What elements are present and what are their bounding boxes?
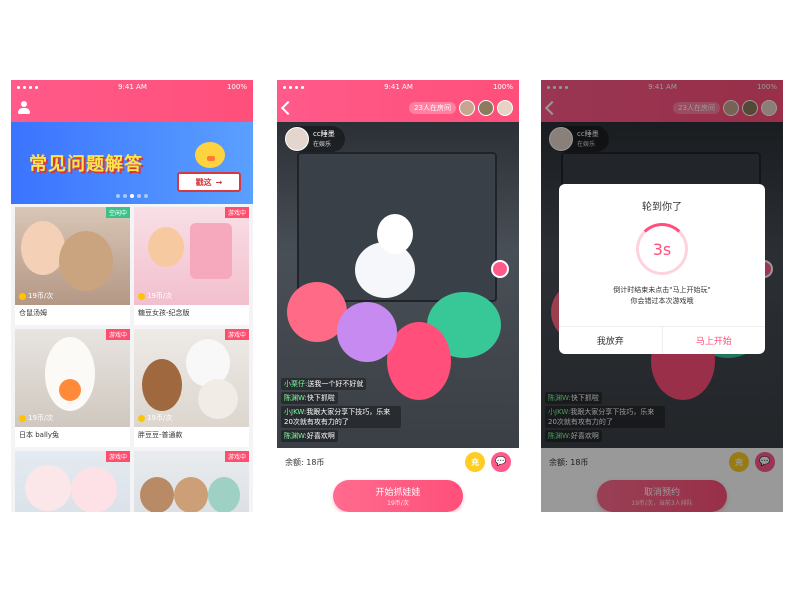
refresh-icon[interactable]	[491, 260, 509, 278]
coin-icon	[138, 414, 145, 422]
avatar	[285, 127, 309, 151]
chat-icon[interactable]: 💬	[491, 452, 511, 472]
chat-message: 陈渊W:快下抓啦	[281, 392, 338, 404]
start-claw-label: 开始抓娃娃	[375, 488, 421, 498]
user-icon[interactable]	[17, 101, 31, 115]
host-info[interactable]: cc睡墨 在娱乐	[285, 126, 345, 152]
battery-label: 100%	[226, 83, 247, 91]
toy-name: 胖豆豆-普通款	[138, 431, 183, 439]
status-time: 9:41 AM	[118, 83, 147, 91]
avatar[interactable]	[497, 100, 513, 116]
chat-message: 陈渊W:好喜欢啊	[281, 430, 338, 442]
toy-name: 仓鼠汤姆	[19, 309, 47, 317]
chat-message: 小JKW:我跟大家分享下技巧，乐来20次就有攻有力的了	[281, 406, 401, 428]
status-bar: 9:41 AM 100%	[277, 80, 519, 94]
signal-icon	[17, 85, 38, 89]
toy-card[interactable]: 游戏中 19币/次 胖豆豆-普通款	[134, 329, 249, 447]
arrow-right-icon: →	[215, 177, 223, 187]
chat-feed: 小栗仔:送我一个好不好就 陈渊W:快下抓啦 小JKW:我跟大家分享下技巧，乐来2…	[281, 376, 401, 442]
price-label: 19币/次	[138, 413, 172, 423]
toy-card[interactable]: 游戏中 19币/次 日本 bally兔	[15, 329, 130, 447]
countdown-timer: 3s	[636, 223, 688, 275]
banner-go-button[interactable]: 戳这 →	[177, 172, 241, 192]
start-claw-price: 19币/次	[387, 500, 409, 507]
dialog-title: 轮到你了	[642, 202, 682, 213]
price-label: 19币/次	[19, 413, 53, 423]
battery-label: 100%	[492, 83, 513, 91]
back-icon[interactable]	[280, 100, 296, 116]
coin-icon	[19, 292, 26, 300]
coin-icon	[138, 292, 145, 300]
chat-message: 小栗仔:送我一个好不好就	[281, 378, 367, 390]
toy-image: 游戏中 19币/次	[15, 329, 130, 427]
toy-card[interactable]: 游戏中 19币/次 糖豆女孩-纪念版	[134, 207, 249, 325]
status-bar: 9:41 AM 100%	[11, 80, 253, 94]
banner-pager[interactable]	[116, 194, 148, 198]
toy-image: 游戏中	[134, 451, 249, 512]
recharge-button[interactable]: 充	[465, 452, 485, 472]
toy-grid: 空闲中 19币/次 仓鼠汤姆 游戏中 19币/次 糖豆女孩-纪念版 游戏中 19…	[11, 204, 253, 512]
toy-image: 游戏中 19币/次	[134, 329, 249, 427]
avatar[interactable]	[459, 100, 475, 116]
home-navbar	[11, 94, 253, 122]
dialog-actions: 我放弃 马上开始	[559, 326, 765, 354]
banner-title: 常见问题解答	[29, 154, 143, 175]
toy-name: 日本 bally兔	[19, 431, 59, 439]
toy-card[interactable]: 空闲中 19币/次 仓鼠汤姆	[15, 207, 130, 325]
start-now-button[interactable]: 马上开始	[663, 327, 766, 354]
status-badge: 游戏中	[224, 207, 249, 218]
price-label: 19币/次	[19, 291, 53, 301]
toy-card[interactable]: 游戏中	[15, 451, 130, 512]
toy-image: 游戏中	[15, 451, 130, 512]
status-badge: 游戏中	[105, 451, 130, 462]
coin-icon	[19, 414, 26, 422]
toy-image: 空闲中 19币/次	[15, 207, 130, 305]
give-up-button[interactable]: 我放弃	[559, 327, 663, 354]
start-claw-button[interactable]: 开始抓娃娃 19币/次	[333, 480, 463, 512]
claw-machine-video: cc睡墨 在娱乐 小栗仔:送我一个好不好就 陈渊W:快下抓啦 小JKW:我跟大家…	[277, 122, 519, 448]
host-status: 在娱乐	[313, 141, 332, 148]
dialog-message: 倒计时结束未点击"马上开始玩" 你会错过本次游戏哦	[613, 286, 711, 305]
status-time: 9:41 AM	[384, 83, 413, 91]
toy-card[interactable]: 游戏中	[134, 451, 249, 512]
turn-dialog: 轮到你了 3s 倒计时结束未点击"马上开始玩" 你会错过本次游戏哦 我放弃 马上…	[559, 184, 765, 354]
room-screen: 9:41 AM 100% 23人在房间 cc睡墨 在娱乐 小栗仔:送我一个好不好…	[277, 80, 519, 512]
balance-label: 余额: 18币	[285, 457, 325, 467]
status-badge: 游戏中	[224, 329, 249, 340]
status-badge: 空闲中	[105, 207, 130, 218]
avatar[interactable]	[478, 100, 494, 116]
signal-icon	[283, 85, 304, 89]
toy-image: 游戏中 19币/次	[134, 207, 249, 305]
status-badge: 游戏中	[224, 451, 249, 462]
home-screen: 9:41 AM 100% 常见问题解答 戳这 → 空闲中 19币/次 仓鼠汤姆	[11, 80, 253, 512]
status-badge: 游戏中	[105, 329, 130, 340]
turn-dialog-screen: 9:41 AM 100% 23人在房间 cc睡墨 在娱乐 陈渊W:快下抓啦 小J…	[541, 80, 783, 512]
faq-banner[interactable]: 常见问题解答 戳这 →	[11, 122, 253, 204]
room-count: 23人在房间	[409, 102, 456, 114]
toy-name: 糖豆女孩-纪念版	[138, 309, 190, 317]
chick-mascot-icon: 戳这 →	[177, 140, 241, 192]
room-navbar: 23人在房间	[277, 94, 519, 122]
price-label: 19币/次	[138, 291, 172, 301]
host-name: cc睡墨	[313, 130, 335, 138]
balance-row: 余额: 18币 充 💬	[277, 448, 519, 476]
banner-go-label: 戳这	[195, 177, 212, 187]
